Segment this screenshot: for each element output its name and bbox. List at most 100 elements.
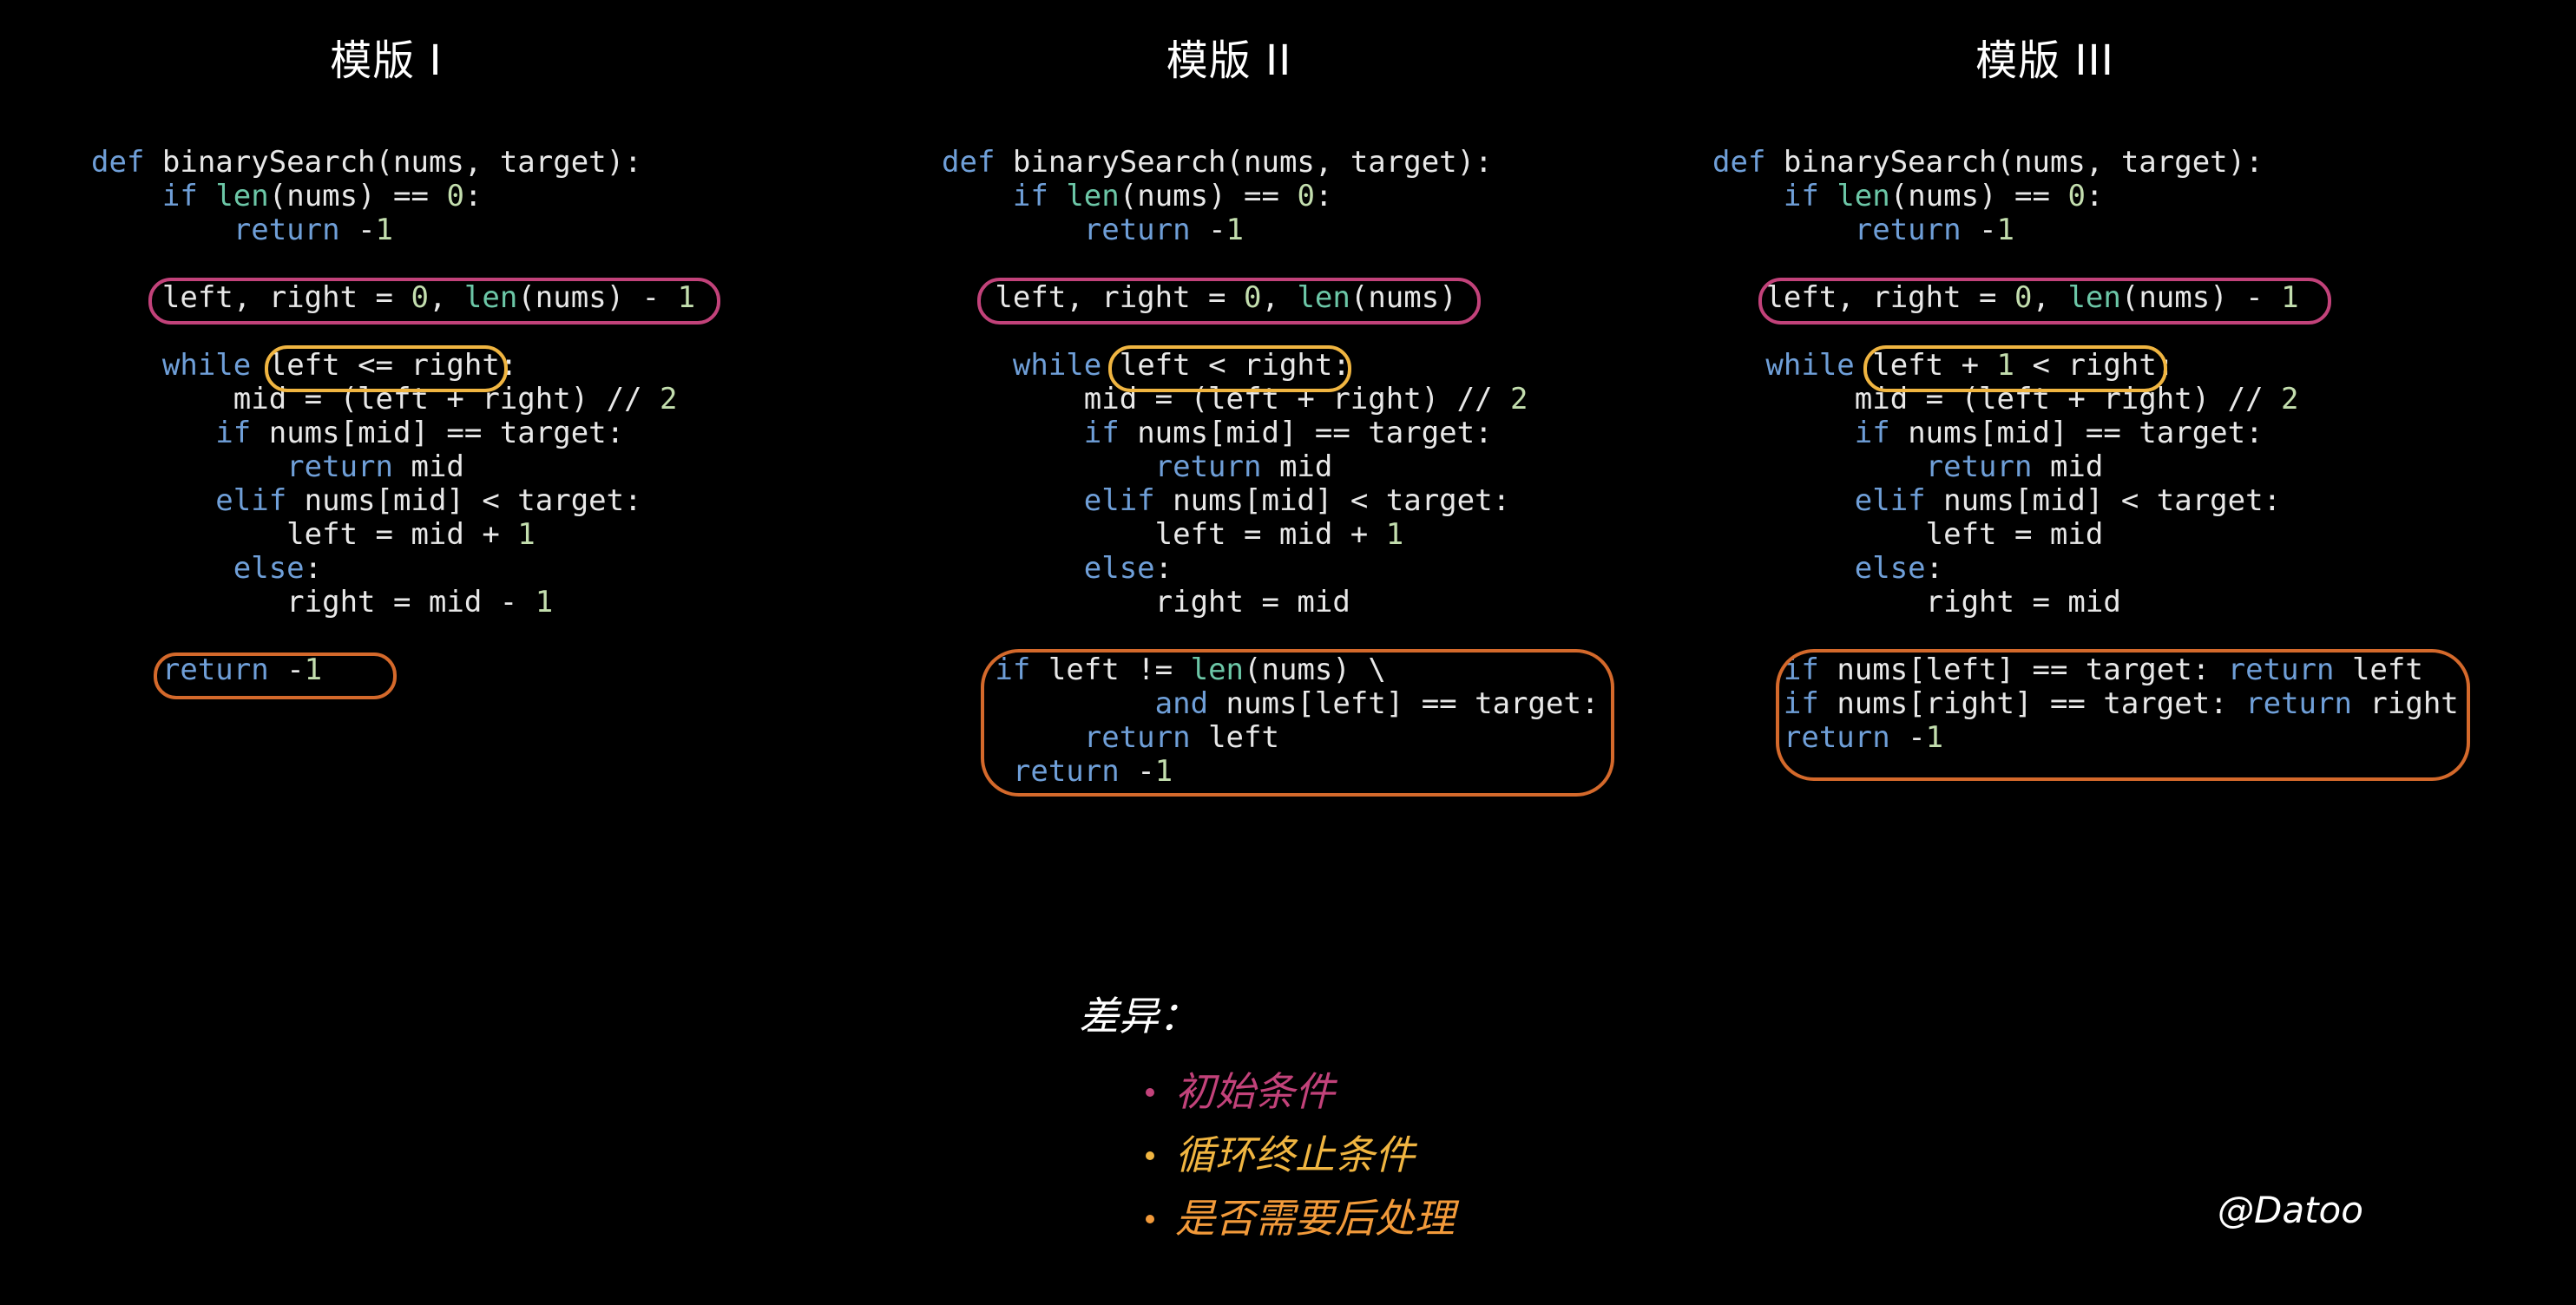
code-line: left = mid + 1 xyxy=(942,518,1599,552)
code-text: right = mid xyxy=(1712,585,2121,620)
code-keyword: elif xyxy=(1854,483,1926,518)
code-text: right = mid - xyxy=(91,585,536,620)
code-keyword: elif xyxy=(1083,483,1155,518)
title-template-2: 模版 II xyxy=(1166,36,1292,85)
code-number: 2 xyxy=(660,382,678,416)
code-line: left, right = 0, len(nums) - 1 xyxy=(1712,281,2459,315)
code-line: if nums[mid] == target: xyxy=(942,416,1599,450)
code-line: left, right = 0, len(nums) - 1 xyxy=(91,281,695,315)
code-line: if nums[left] == target: return left xyxy=(1712,653,2459,687)
code-line: return mid xyxy=(1712,450,2459,484)
code-number: 0 xyxy=(411,280,429,315)
code-number: 2 xyxy=(2281,382,2299,416)
code-builtin: len xyxy=(1837,179,1890,213)
code-text: (nums) == xyxy=(1889,179,2068,213)
code-number: 1 xyxy=(1154,754,1173,789)
difference-label: 循环终止条件 xyxy=(1175,1131,1415,1178)
code-keyword: if xyxy=(215,416,252,450)
code-number: 0 xyxy=(1297,179,1315,213)
code-number: 1 xyxy=(1925,720,1944,755)
code-line: return -1 xyxy=(91,653,695,687)
code-text: : xyxy=(1154,551,1173,586)
code-line: if nums[right] == target: return right xyxy=(1712,687,2459,721)
code-keyword: return xyxy=(1083,213,1191,247)
code-line: else: xyxy=(91,552,695,586)
code-text: left, right = xyxy=(942,280,1244,315)
code-text: mid xyxy=(393,449,464,484)
code-text: (nums) == xyxy=(268,179,447,213)
code-keyword: return xyxy=(1783,720,1890,755)
code-text: left = mid + xyxy=(942,517,1386,552)
code-text: < right: xyxy=(2014,348,2175,383)
code-line: elif nums[mid] < target: xyxy=(1712,484,2459,518)
code-line: right = mid xyxy=(1712,586,2459,620)
code-number: 1 xyxy=(1996,348,2015,383)
code-keyword: else xyxy=(1083,551,1155,586)
code-number: 1 xyxy=(677,280,696,315)
code-keyword: if xyxy=(1783,652,1819,687)
code-line: left = mid xyxy=(1712,518,2459,552)
code-text: nums[left] == target: xyxy=(1208,686,1600,721)
difference-item-init: 初始条件 xyxy=(1146,1060,1455,1124)
code-text: (nums) - xyxy=(2120,280,2282,315)
code-line: return mid xyxy=(91,450,695,484)
code-line: if len(nums) == 0: xyxy=(91,180,695,213)
code-number: 0 xyxy=(2067,179,2086,213)
code-line: while left < right: xyxy=(942,349,1599,383)
code-keyword: if xyxy=(1083,416,1120,450)
code-text: binarySearch(nums, target): xyxy=(1765,145,2264,180)
code-line: left, right = 0, len(nums) xyxy=(942,281,1599,315)
code-keyword: return xyxy=(161,652,269,687)
code-line: elif nums[mid] < target: xyxy=(91,484,695,518)
difference-label: 是否需要后处理 xyxy=(1175,1195,1455,1242)
code-line: left = mid + 1 xyxy=(91,518,695,552)
code-line: mid = (left + right) // 2 xyxy=(1712,383,2459,416)
code-keyword: if xyxy=(995,652,1031,687)
code-keyword: def xyxy=(1712,145,1766,180)
code-text: (nums) - xyxy=(517,280,678,315)
code-text: - xyxy=(1961,213,1997,247)
code-text: left xyxy=(2334,652,2423,687)
code-text: nums[mid] < target: xyxy=(1154,483,1511,518)
code-text: right xyxy=(2351,686,2459,721)
code-text: : xyxy=(463,179,483,213)
differences-title: 差异： xyxy=(1079,993,1199,1039)
code-line: def binarySearch(nums, target): xyxy=(91,146,695,180)
code-keyword: while xyxy=(1765,348,1855,383)
code-keyword: if xyxy=(1012,179,1048,213)
code-line: while left + 1 < right: xyxy=(1712,349,2459,383)
code-builtin: len xyxy=(463,280,518,315)
code-number: 1 xyxy=(375,213,394,247)
code-text: left + xyxy=(1854,348,1997,383)
code-keyword: if xyxy=(1783,686,1819,721)
code-text: , xyxy=(1261,280,1298,315)
code-text: - xyxy=(1889,720,1926,755)
code-keyword: if xyxy=(161,179,198,213)
code-keyword: return xyxy=(286,449,393,484)
difference-item-loop: 循环终止条件 xyxy=(1146,1124,1455,1187)
code-line: and nums[left] == target: xyxy=(942,686,1600,721)
code-builtin: len xyxy=(1190,652,1245,687)
code-text: left, right = xyxy=(1712,280,2014,315)
code-keyword: def xyxy=(91,145,145,180)
code-line: if nums[mid] == target: xyxy=(91,416,695,450)
code-number: 0 xyxy=(1244,280,1262,315)
